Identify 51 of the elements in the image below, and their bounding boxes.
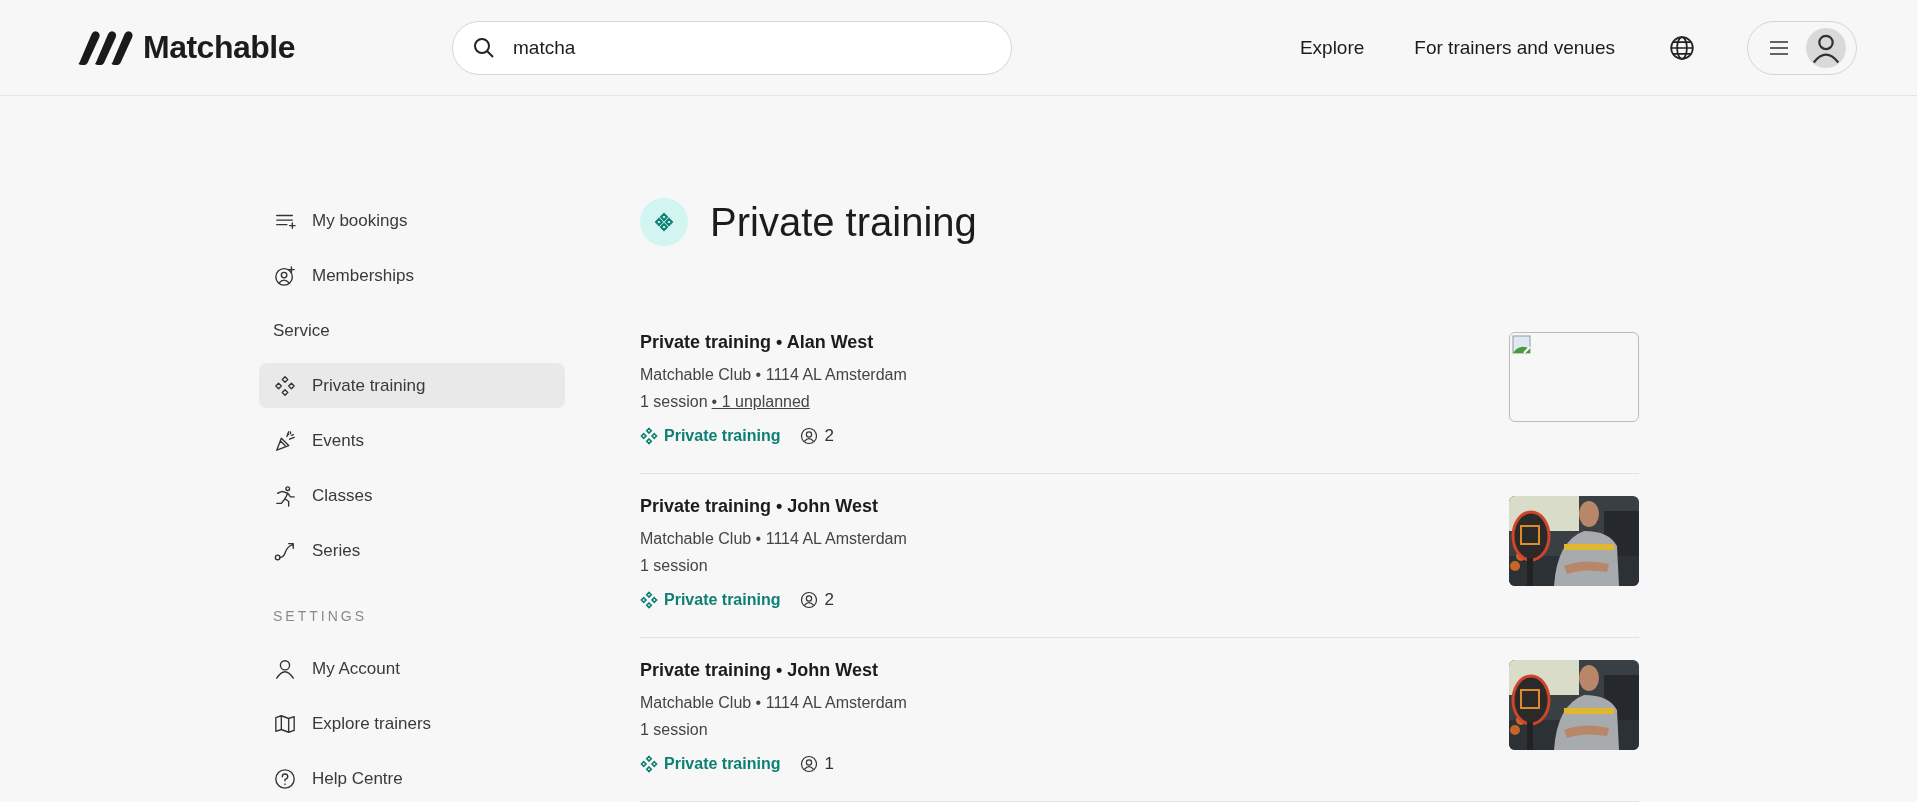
session-count: 1 session	[640, 393, 708, 411]
diamond-icon	[640, 591, 658, 609]
booking-title[interactable]: Private training • John West	[640, 496, 907, 517]
booking-title[interactable]: Private training • John West	[640, 660, 907, 681]
party-icon	[274, 429, 296, 452]
sidebar-item[interactable]: Memberships	[259, 253, 565, 298]
menu-icon	[1770, 40, 1788, 55]
sidebar-section-heading: SETTINGS	[272, 607, 368, 626]
globe-icon[interactable]	[1669, 34, 1695, 61]
page-title: Private training	[710, 199, 977, 245]
participant-count: 2	[824, 426, 834, 446]
diamond-icon	[640, 755, 658, 773]
participant-count: 1	[824, 754, 834, 774]
user-icon	[800, 427, 819, 445]
sidebar-item[interactable]: Classes	[259, 473, 565, 518]
user-icon	[274, 657, 296, 680]
unplanned-link[interactable]: • 1 unplanned	[711, 393, 810, 411]
account-menu-button[interactable]	[1747, 20, 1857, 75]
session-count: 1 session	[640, 721, 708, 739]
user-icon	[800, 755, 819, 773]
sidebar-item[interactable]: Help Centre	[259, 756, 565, 801]
sidebar-item[interactable]: Explore trainers	[259, 701, 565, 746]
sidebar-item[interactable]: Private training	[259, 363, 565, 408]
member-icon	[274, 264, 296, 287]
search-field[interactable]: matcha	[452, 20, 1012, 75]
service-tag: Private training	[664, 427, 781, 445]
sidebar-group-label: Service	[272, 320, 331, 342]
help-icon	[274, 767, 296, 790]
service-tag: Private training	[664, 755, 781, 773]
sidebar-item[interactable]: My Account	[259, 646, 565, 691]
sidebar-item[interactable]: Events	[259, 418, 565, 463]
sidebar-item[interactable]: Series	[259, 528, 565, 573]
diamond-icon	[274, 374, 296, 397]
service-tag: Private training	[664, 591, 781, 609]
session-count: 1 session	[640, 557, 708, 575]
participant-count: 2	[824, 590, 834, 610]
nav-link[interactable]: For trainers and venues	[1414, 36, 1615, 59]
sidebar-item[interactable]: My bookings	[259, 198, 565, 243]
logo-text[interactable]: Matchable	[143, 29, 295, 66]
user-icon	[800, 591, 819, 609]
booking-title[interactable]: Private training • Alan West	[640, 332, 907, 353]
map-icon	[274, 712, 296, 735]
broken-image-icon	[1512, 335, 1532, 355]
booking-location: Matchable Club • 1114 AL Amsterdam	[640, 366, 907, 384]
search-icon	[472, 35, 496, 60]
nav-link[interactable]: Explore	[1299, 36, 1365, 59]
booking-location: Matchable Club • 1114 AL Amsterdam	[640, 530, 907, 548]
diamond-icon	[640, 427, 658, 445]
booking-location: Matchable Club • 1114 AL Amsterdam	[640, 694, 907, 712]
avatar-icon	[1806, 27, 1846, 68]
run-icon	[274, 484, 296, 507]
